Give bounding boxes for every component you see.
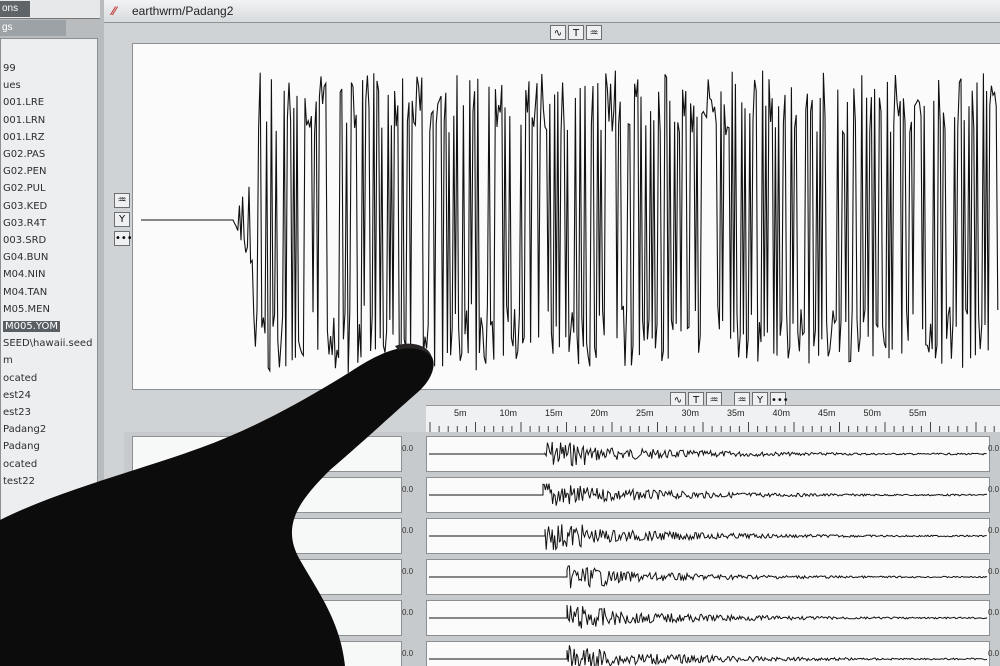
time-button[interactable]: T — [568, 25, 584, 40]
trace-detail[interactable] — [426, 436, 990, 472]
trace-waveform — [429, 565, 988, 589]
trace-detail[interactable] — [426, 600, 990, 636]
main-waveform — [141, 70, 999, 376]
trace-scale-label: 0.0 — [402, 649, 414, 658]
trace-scale-label: 0.0 — [402, 444, 414, 453]
seismograph-window: ⁄⁄ earthwrm/Padang2 ∿ T ♒ ♒ Y ••• ∿ T ♒ … — [104, 0, 1000, 666]
trace-detail[interactable] — [426, 559, 990, 595]
trace-overview[interactable] — [132, 518, 402, 554]
amplitude-button[interactable]: ♒ — [586, 25, 602, 40]
trace-detail[interactable] — [426, 518, 990, 554]
station-list-item[interactable]: G02.PEN — [3, 166, 46, 177]
station-list-item[interactable]: est24 — [3, 390, 31, 401]
trace-waveform — [429, 524, 987, 551]
trace-overview[interactable] — [132, 559, 402, 595]
trace-overview[interactable] — [132, 600, 402, 636]
trace-list: 0.0 0.0 0.0 0.0 0.0 0.0 0.0 0.0 0.0 0.0 … — [124, 432, 1000, 666]
station-list-item[interactable]: 001.LRE — [3, 97, 44, 108]
time-axis-label: 5m — [454, 408, 467, 418]
station-list-item[interactable]: M005.YOM — [3, 321, 60, 332]
time-axis-label: 50m — [863, 408, 882, 418]
station-list-item[interactable]: G02.PUL — [3, 183, 46, 194]
screen: ons gs 99 ues 001.LRE 001.LRN 001.LRZ G02.PAS… — [0, 0, 1000, 666]
time-axis-label: 10m — [499, 408, 518, 418]
trace-scale-label: 0.0 — [988, 444, 1000, 453]
station-list-item[interactable]: est23 — [3, 407, 31, 418]
time-axis-label: 25m — [636, 408, 654, 418]
time-axis-label: 15m — [545, 408, 563, 418]
station-list-item[interactable]: ocated — [3, 459, 37, 470]
station-list-item[interactable]: ues — [3, 80, 21, 91]
trace-overview[interactable] — [132, 436, 402, 472]
trace-overview[interactable] — [132, 477, 402, 513]
trace-scale-label: 0.0 — [988, 526, 1000, 535]
window-title: earthwrm/Padang2 — [132, 4, 234, 18]
trace-scale-label: 0.0 — [988, 649, 1000, 658]
trace-scale-label: 0.0 — [988, 485, 1000, 494]
station-list-item[interactable]: m — [3, 355, 13, 366]
station-list-panel: ons gs 99 ues 001.LRE 001.LRN 001.LRZ G02.PAS… — [0, 0, 106, 666]
trace-overview[interactable] — [132, 641, 402, 666]
trace-row[interactable]: 0.0 0.0 — [124, 432, 1000, 472]
time-axis-label: 20m — [590, 408, 609, 418]
time-axis-label: 55m — [909, 408, 927, 418]
main-amplitude-button[interactable]: ♒ — [114, 193, 130, 208]
trace-row[interactable]: 0.0 0.0 — [124, 637, 1000, 666]
time-axis-label: 30m — [681, 408, 700, 418]
station-list-item[interactable]: test22 — [3, 476, 35, 487]
trace-waveform — [429, 441, 987, 467]
station-list-item[interactable]: ocated — [3, 373, 37, 384]
app-logo-icon: ⁄⁄ — [112, 4, 117, 18]
trace-waveform — [429, 483, 988, 506]
station-list-item[interactable]: 001.LRZ — [3, 132, 45, 143]
station-list-item[interactable]: Padang — [3, 441, 40, 452]
tab-stations[interactable]: ons — [0, 1, 30, 17]
station-list-item[interactable]: M05.MEN — [3, 304, 50, 315]
station-list-header[interactable]: gs — [0, 20, 66, 36]
trace-waveform — [429, 645, 988, 666]
time-axis-label: 40m — [772, 408, 791, 418]
station-list-item[interactable]: G03.KED — [3, 201, 47, 212]
station-list-item[interactable]: G03.R4T — [3, 218, 46, 229]
station-list-item[interactable]: M04.TAN — [3, 287, 47, 298]
station-list-item[interactable]: G02.PAS — [3, 149, 45, 160]
filter-button[interactable]: ∿ — [550, 25, 566, 40]
trace-scale-label: 0.0 — [402, 485, 414, 494]
trace-scale-label: 0.0 — [402, 567, 414, 576]
main-more-button[interactable]: ••• — [114, 231, 133, 246]
trace-row[interactable]: 0.0 0.0 — [124, 555, 1000, 595]
window-titlebar[interactable]: ⁄⁄ earthwrm/Padang2 — [104, 0, 1000, 23]
trace-row[interactable]: 0.0 0.0 — [124, 473, 1000, 513]
station-list-item[interactable]: SEED\hawaii.seed — [3, 338, 92, 349]
trace-scale-label: 0.0 — [988, 567, 1000, 576]
station-list-item[interactable]: 001.LRN — [3, 115, 45, 126]
left-tab-bar: ons — [0, 0, 100, 19]
trace-scale-label: 0.0 — [988, 608, 1000, 617]
trace-row[interactable]: 0.0 0.0 — [124, 514, 1000, 554]
main-seismogram-plot[interactable] — [132, 43, 1000, 390]
station-list-item[interactable]: G04.BUN — [3, 252, 48, 263]
trace-row[interactable]: 0.0 0.0 — [124, 596, 1000, 636]
time-axis: 5m 10m 15m 20m 25m 30m 35m 40m 45m 50m 55m — [426, 405, 1000, 432]
station-list-item[interactable]: M04.NIN — [3, 269, 45, 280]
station-list-item[interactable]: 003.SRD — [3, 235, 46, 246]
trace-scale-label: 0.0 — [402, 526, 414, 535]
time-axis-label: 35m — [727, 408, 745, 418]
main-y-button[interactable]: Y — [114, 212, 130, 227]
trace-scale-label: 0.0 — [402, 608, 414, 617]
station-list-item[interactable]: 99 — [3, 63, 16, 74]
trace-detail[interactable] — [426, 477, 990, 513]
time-axis-label: 45m — [818, 408, 836, 418]
station-list[interactable]: 99 ues 001.LRE 001.LRN 001.LRZ G02.PAS G02.PEN… — [0, 38, 98, 660]
trace-detail[interactable] — [426, 641, 990, 666]
station-list-item[interactable]: Padang2 — [3, 424, 46, 435]
trace-waveform — [429, 604, 988, 629]
